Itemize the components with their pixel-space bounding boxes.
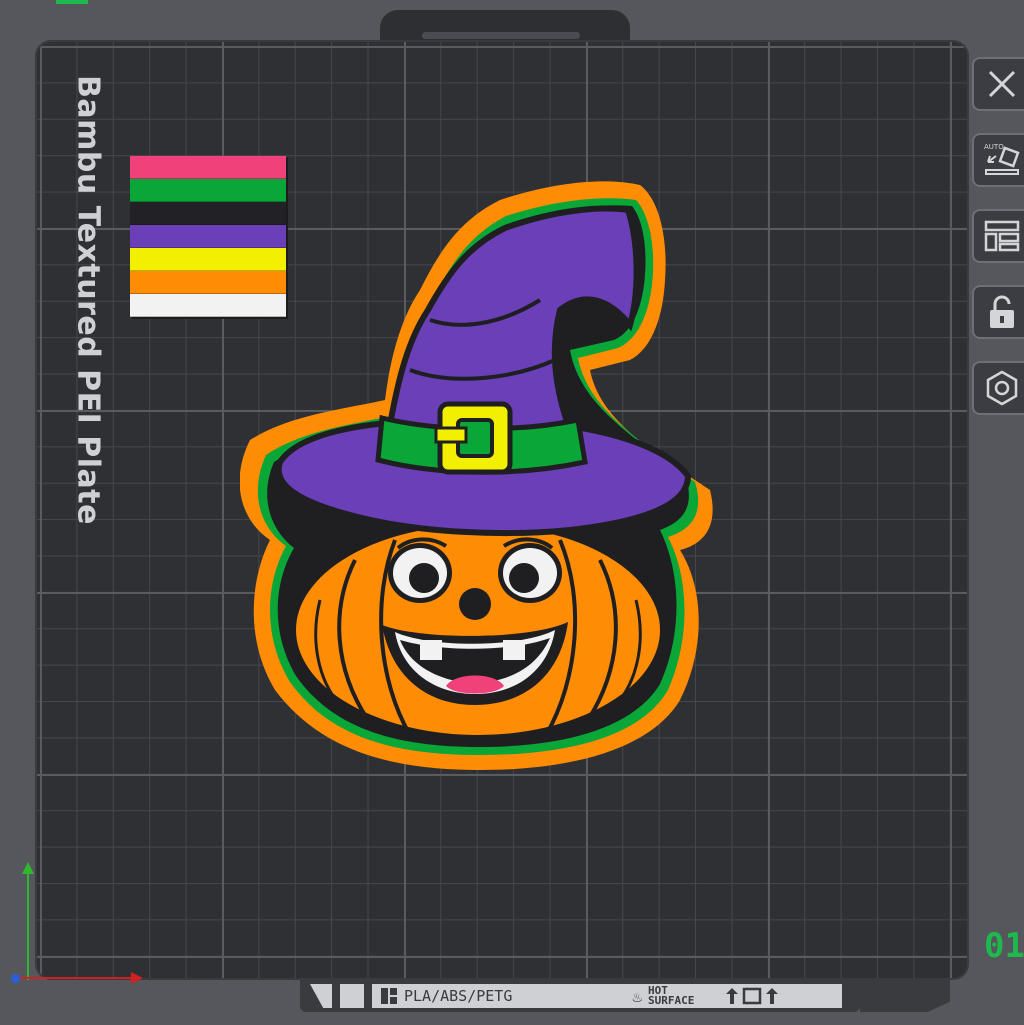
lock-button[interactable]: [972, 285, 1024, 339]
bottom-slot: [310, 984, 332, 1008]
bed-handle: [422, 32, 580, 39]
y-axis-arrow: [22, 862, 34, 980]
close-button[interactable]: [972, 57, 1024, 111]
top-status-marker: [56, 0, 88, 4]
arrange-icon: [984, 220, 1020, 252]
plate-number: 01: [984, 926, 1024, 966]
auto-orient-icon: AUTO: [984, 143, 1020, 175]
x-axis-arrow: [15, 972, 143, 984]
pumpkin-witch-model[interactable]: [240, 180, 720, 780]
settings-button[interactable]: [972, 361, 1024, 415]
axis-origin: [11, 974, 20, 983]
plate-type-label: Bambu Textured PEI Plate: [70, 75, 106, 525]
close-icon: [988, 70, 1016, 98]
arrange-button[interactable]: [972, 209, 1024, 263]
filament-swatch: [130, 156, 286, 179]
svg-text:AUTO: AUTO: [984, 143, 1004, 151]
plate-orientation-icon: [726, 987, 779, 1005]
material-compatibility: PLA/ABS/PETG: [404, 987, 513, 1005]
bottom-bar-right-corner: [860, 978, 950, 1012]
plate-bottom-bar: PLA/ABS/PETG ♨ HOT SURFACE: [300, 978, 860, 1012]
nose: [459, 588, 491, 620]
plate-logo-icon: [381, 988, 397, 1004]
hex-nut-icon: [986, 370, 1018, 406]
pumpkin-body: [290, 519, 666, 741]
heat-icon: ♨: [632, 986, 643, 1006]
hot-surface-warning: HOT SURFACE: [648, 984, 695, 1007]
bottom-slot: [340, 984, 364, 1008]
lock-icon: [990, 295, 1014, 328]
auto-orient-button[interactable]: AUTO: [972, 133, 1024, 187]
plate-material-strip: PLA/ABS/PETG ♨ HOT SURFACE: [372, 984, 842, 1008]
